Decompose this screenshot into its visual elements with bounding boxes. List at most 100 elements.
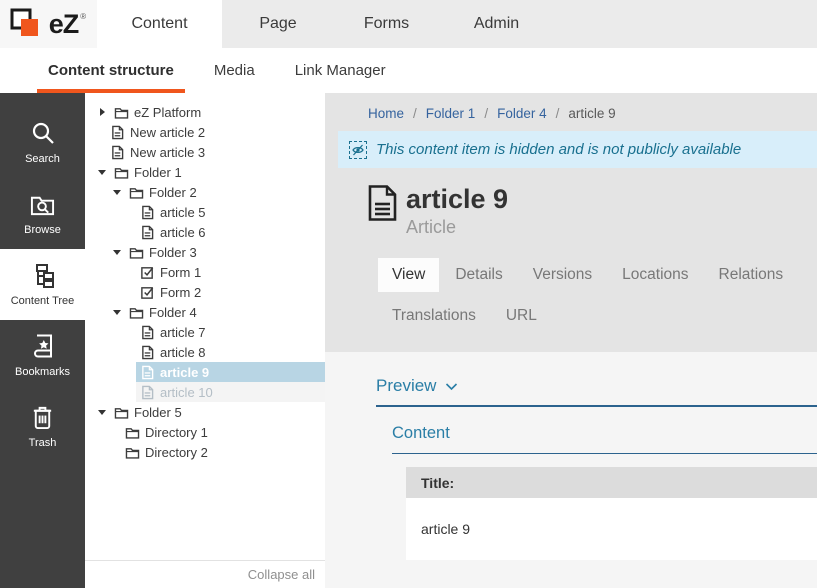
caret-down-icon[interactable] — [111, 310, 123, 315]
tree-item-label: Directory 1 — [145, 425, 208, 440]
tab-details[interactable]: Details — [441, 258, 516, 292]
breadcrumb: Home/Folder 1/Folder 4/article 9 — [325, 93, 817, 121]
content-group-label: Content — [392, 424, 450, 442]
tree-item-inner: article 9 — [136, 362, 325, 382]
tree-item-label: article 7 — [160, 325, 206, 340]
tree-item[interactable]: Form 1 — [85, 262, 325, 282]
ez-platform-admin: eZ® ContentPageFormsAdmin Content struct… — [0, 0, 817, 588]
subnav-item-media[interactable]: Media — [203, 48, 266, 93]
sidebar-item-label: Trash — [29, 437, 57, 449]
tree-item[interactable]: Form 2 — [85, 282, 325, 302]
top-nav-tabs: ContentPageFormsAdmin — [97, 0, 554, 48]
tree-item[interactable]: Folder 4 — [85, 302, 325, 322]
tree-item[interactable]: Folder 2 — [85, 182, 325, 202]
top-bar: eZ® ContentPageFormsAdmin — [0, 0, 817, 48]
content-type-label: Article — [406, 217, 508, 238]
caret-down-icon[interactable] — [111, 190, 123, 195]
ez-logo[interactable]: eZ® — [0, 0, 97, 48]
tree-item-label: article 5 — [160, 205, 206, 220]
article-icon — [139, 344, 155, 360]
subnav-item-link-manager[interactable]: Link Manager — [284, 48, 397, 93]
sidebar-item-bookmarks[interactable]: Bookmarks — [0, 320, 85, 391]
sidebar-item-content-tree[interactable]: Content Tree — [0, 249, 85, 320]
tree-item[interactable]: New article 3 — [85, 142, 325, 162]
folder-icon — [113, 164, 129, 180]
tree-item[interactable]: article 5 — [85, 202, 325, 222]
article-icon — [109, 124, 125, 140]
tree-item[interactable]: Directory 1 — [85, 422, 325, 442]
tab-url[interactable]: URL — [492, 299, 551, 333]
collapse-all-button[interactable]: Collapse all — [248, 567, 315, 582]
caret-right-icon[interactable] — [96, 108, 108, 116]
registered-mark: ® — [80, 12, 86, 21]
tree-item[interactable]: article 10 — [85, 382, 325, 402]
sidebar-item-search[interactable]: Search — [0, 107, 85, 178]
tree-item[interactable]: Directory 2 — [85, 442, 325, 462]
tree-item[interactable]: Folder 5 — [85, 402, 325, 422]
sidebar-item-trash[interactable]: Trash — [0, 391, 85, 462]
field-label: Title: — [406, 467, 817, 498]
top-tab-forms[interactable]: Forms — [334, 0, 439, 48]
tab-view[interactable]: View — [378, 258, 439, 292]
folder-icon — [113, 104, 129, 120]
hidden-content-notice: This content item is hidden and is not p… — [338, 131, 817, 168]
sidebar-item-label: Browse — [24, 224, 61, 236]
sidebar-item-browse[interactable]: Browse — [0, 178, 85, 249]
article-icon — [109, 144, 125, 160]
tree-item-label: Folder 3 — [149, 245, 197, 260]
tree-item-inner: Directory 2 — [121, 442, 325, 462]
tree-item[interactable]: Folder 1 — [85, 162, 325, 182]
tree-item[interactable]: eZ Platform — [85, 102, 325, 122]
main-area: Home/Folder 1/Folder 4/article 9 This co… — [325, 93, 817, 588]
tree-item-inner: article 10 — [136, 382, 325, 402]
tree-item[interactable]: article 9 — [85, 362, 325, 382]
tree-item-inner: eZ Platform — [93, 102, 325, 122]
tree-item[interactable]: Folder 3 — [85, 242, 325, 262]
article-icon — [139, 204, 155, 220]
top-tab-content[interactable]: Content — [97, 0, 222, 48]
sidebar-item-label: Search — [25, 153, 60, 165]
tab-relations[interactable]: Relations — [705, 258, 798, 292]
top-tab-admin[interactable]: Admin — [439, 0, 554, 48]
sidebar-item-label: Bookmarks — [15, 366, 70, 378]
breadcrumb-link[interactable]: Folder 4 — [497, 106, 547, 121]
tree-item-label: article 6 — [160, 225, 206, 240]
caret-down-icon[interactable] — [111, 250, 123, 255]
folder-icon — [113, 404, 129, 420]
tree-item[interactable]: New article 2 — [85, 122, 325, 142]
sidebar-item-label: Content Tree — [11, 295, 75, 307]
breadcrumb-separator: / — [484, 106, 488, 121]
tree-item-inner: Folder 3 — [108, 242, 325, 262]
tree-item[interactable]: article 6 — [85, 222, 325, 242]
bookmarks-icon — [29, 332, 57, 360]
preview-toggle[interactable]: Preview — [376, 376, 436, 396]
tab-versions[interactable]: Versions — [519, 258, 606, 292]
tab-translations[interactable]: Translations — [378, 299, 490, 333]
article-icon — [139, 324, 155, 340]
tree-item-label: article 10 — [160, 385, 213, 400]
tree-item-inner: Directory 1 — [121, 422, 325, 442]
trash-icon — [29, 403, 57, 431]
breadcrumb-link[interactable]: Folder 1 — [426, 106, 476, 121]
article-icon — [139, 384, 155, 400]
tree-item-inner: Form 2 — [136, 282, 325, 302]
subnav-item-content-structure[interactable]: Content structure — [37, 48, 185, 93]
preview-section-header[interactable]: Preview — [376, 376, 817, 407]
breadcrumb-link[interactable]: Home — [368, 106, 404, 121]
tree-item[interactable]: article 7 — [85, 322, 325, 342]
tree-item-label: eZ Platform — [134, 105, 201, 120]
tree-item[interactable]: article 8 — [85, 342, 325, 362]
tab-locations[interactable]: Locations — [608, 258, 702, 292]
caret-down-icon[interactable] — [96, 410, 108, 415]
tree-item-inner: article 6 — [136, 222, 325, 242]
content-title-block: article 9 Article — [367, 184, 817, 238]
folder-icon — [128, 304, 144, 320]
tree-footer: Collapse all — [85, 560, 325, 588]
tree-item-label: Folder 1 — [134, 165, 182, 180]
caret-down-icon[interactable] — [96, 170, 108, 175]
tree-item-label: article 9 — [160, 365, 209, 380]
top-tab-page[interactable]: Page — [222, 0, 334, 48]
title-texts: article 9 Article — [406, 184, 508, 238]
breadcrumb-separator: / — [413, 106, 417, 121]
tree-item-inner: Folder 1 — [93, 162, 325, 182]
